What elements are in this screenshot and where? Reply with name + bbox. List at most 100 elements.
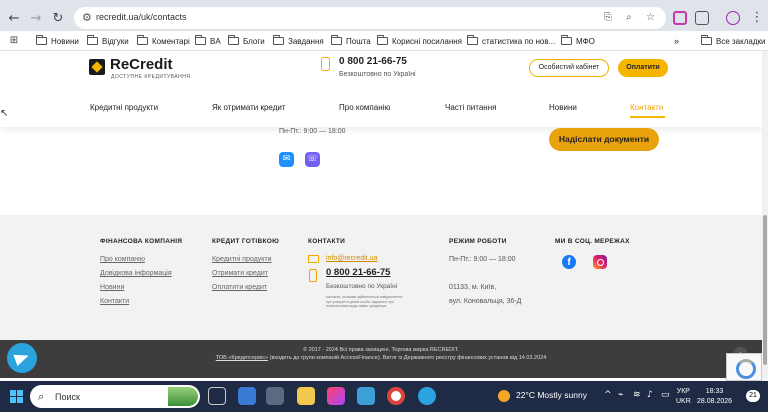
tray-chevron-icon[interactable]: ^ (604, 390, 612, 400)
bookmark-item[interactable]: Коментарі (137, 35, 190, 47)
bookmark-item[interactable]: Пошта (331, 35, 371, 47)
folder-icon (36, 35, 47, 45)
legal-text: ТОВ «Кредитсервіс» (входить до групи ком… (215, 355, 547, 361)
instagram-icon[interactable] (593, 255, 607, 269)
send-documents-button[interactable]: Надіслати документи (549, 128, 659, 151)
site-header: ReCredit ДОСТУПНЕ КРЕДИТУВАННЯ 0 800 21-… (0, 51, 762, 127)
recredit-logo-icon[interactable] (89, 59, 105, 75)
taskbar-search[interactable]: ⌕ Поиск (30, 385, 200, 408)
personal-cabinet-button[interactable]: Особистий кабінет (529, 59, 609, 77)
extension-icon[interactable] (673, 11, 687, 25)
nav-contacts[interactable]: Контакти (630, 103, 663, 112)
footer-small-note: контакти, за якими здійснюється повідомл… (326, 295, 403, 308)
bookmark-item[interactable]: Блоги (228, 35, 265, 47)
footer-address-line2: вул. Коновальця, 36-Д (449, 298, 522, 305)
windows-taskbar: ⌕ Поиск 22°C Mostly sunny ^ ⌁ ≋ ♪ ▭ УКР U… (0, 381, 768, 412)
footer-link-get-credit[interactable]: Отримати кредит (212, 270, 268, 277)
folder-icon (701, 35, 712, 45)
legal-company-link[interactable]: ТОВ «Кредитсервіс» (216, 355, 268, 361)
bookmark-item[interactable]: Новини (36, 35, 79, 47)
browser-menu-icon[interactable]: ⋮ (749, 10, 765, 26)
bookmark-item[interactable]: МФО (561, 35, 595, 47)
footer-link-reference-info[interactable]: Довідкова інформація (100, 270, 172, 277)
nav-news[interactable]: Новини (549, 103, 577, 112)
copyright-text: © 2017 - 2024 Всі права захищені. Торгов… (303, 347, 459, 353)
nav-faq[interactable]: Часті питання (445, 103, 496, 112)
facebook-icon[interactable]: f (562, 255, 576, 269)
task-view-icon[interactable] (208, 387, 226, 405)
footer-address-line1: 01133, м. Київ, (449, 284, 497, 291)
footer-heading-contacts: КОНТАКТИ (308, 238, 346, 245)
viber-icon[interactable]: ☏ (305, 152, 320, 167)
taskbar-clock[interactable]: 18:33 28.08.2026 (697, 387, 732, 407)
file-explorer-icon[interactable] (297, 387, 315, 405)
footer-link-contacts[interactable]: Контакти (100, 298, 129, 305)
mouse-cursor-icon: ↖ (0, 108, 9, 119)
battery-icon[interactable]: ▭ (661, 390, 670, 400)
bookmark-item[interactable]: Корисні посилання (377, 35, 462, 47)
bookmark-item[interactable]: Завдання (273, 35, 324, 47)
folder-icon (561, 35, 572, 45)
nav-about[interactable]: Про компанію (339, 103, 390, 112)
store-icon[interactable] (238, 387, 256, 405)
calculator-icon[interactable] (266, 387, 284, 405)
profile-avatar-icon[interactable] (726, 11, 740, 25)
search-highlight-image (168, 387, 198, 406)
forward-arrow-icon[interactable]: → (28, 11, 44, 27)
header-phone[interactable]: 0 800 21-66-75 (339, 56, 407, 67)
footer-link-credit-products[interactable]: Кредитні продукти (212, 256, 272, 263)
footer-heading-company: ФІНАНСОВА КОМПАНІЯ (100, 238, 183, 245)
chrome-icon[interactable] (387, 387, 405, 405)
footer-hours: Пн-Пт.: 9:00 — 18:00 (449, 256, 516, 263)
notes-icon[interactable] (357, 387, 375, 405)
back-arrow-icon[interactable]: ← (6, 11, 22, 27)
bookmark-star-icon[interactable]: ☆ (646, 12, 655, 23)
wifi-icon[interactable]: ≋ (633, 390, 641, 400)
windows-start-icon[interactable] (10, 390, 23, 403)
weather-text[interactable]: 22°C Mostly sunny (516, 390, 587, 400)
notifications-badge[interactable]: 21 (746, 390, 760, 402)
logo-text[interactable]: ReCredit (110, 56, 173, 73)
telegram-icon[interactable] (7, 343, 37, 373)
footer: ФІНАНСОВА КОМПАНІЯ Про компанію Довідков… (0, 215, 762, 340)
address-url: recredit.ua/uk/contacts (96, 12, 187, 22)
footer-link-news[interactable]: Новини (100, 284, 124, 291)
bookmark-item[interactable]: статистика по нов... (467, 35, 555, 47)
folder-icon (377, 35, 388, 45)
recaptcha-badge-icon[interactable] (726, 353, 762, 381)
telegram-taskbar-icon[interactable] (418, 387, 436, 405)
zoom-icon[interactable]: ⌕ (626, 12, 632, 23)
page-scrollbar-thumb[interactable] (763, 215, 767, 365)
nav-how-to-get-credit[interactable]: Як отримати кредит (212, 103, 286, 112)
copilot-icon[interactable] (327, 387, 345, 405)
footer-phone[interactable]: 0 800 21-66-75 (326, 267, 390, 278)
bookmark-item[interactable]: Відгуки (87, 35, 129, 47)
bookmarks-bar: ⊞ Новини Відгуки Коментарі BA Блоги Завд… (0, 31, 768, 51)
footer-link-pay-credit[interactable]: Оплатити кредит (212, 284, 267, 291)
reload-icon[interactable]: ↻ (50, 11, 66, 27)
all-bookmarks[interactable]: Все закладки (701, 35, 765, 47)
volume-icon[interactable]: ♪ (647, 390, 653, 400)
footer-heading-social: МИ В СОЦ. МЕРЕЖАХ (555, 238, 630, 245)
folder-icon (87, 35, 98, 45)
translate-icon[interactable]: ⎘ (604, 12, 612, 23)
phone-icon (309, 269, 317, 282)
working-hours: Пн-Пт.: 9:00 — 18:00 (279, 128, 346, 135)
logo-tagline: ДОСТУПНЕ КРЕДИТУВАННЯ (111, 74, 191, 80)
network-icon[interactable]: ⌁ (618, 390, 623, 400)
nav-credit-products[interactable]: Кредитні продукти (90, 103, 158, 112)
apps-grid-icon[interactable]: ⊞ (6, 33, 22, 49)
footer-heading-cash-credit: КРЕДИТ ГОТІВКОЮ (212, 238, 280, 245)
footer-email[interactable]: info@recredit.ua (326, 255, 377, 262)
extensions-puzzle-icon[interactable] (695, 11, 709, 25)
footer-link-about[interactable]: Про компанію (100, 256, 145, 263)
pay-button[interactable]: Оплатити (618, 59, 668, 77)
messenger-icon[interactable]: ✉ (279, 152, 294, 167)
site-info-icon[interactable]: ⚙ (82, 11, 92, 24)
bookmark-item[interactable]: BA (195, 35, 221, 47)
more-bookmarks-chevron-icon[interactable]: » (674, 35, 679, 47)
address-bar[interactable]: ⚙ recredit.ua/uk/contacts ⎘ ⌕ ☆ (74, 7, 666, 29)
folder-icon (467, 35, 478, 45)
language-indicator[interactable]: УКР UKR (676, 387, 691, 407)
active-nav-underline (630, 116, 665, 118)
